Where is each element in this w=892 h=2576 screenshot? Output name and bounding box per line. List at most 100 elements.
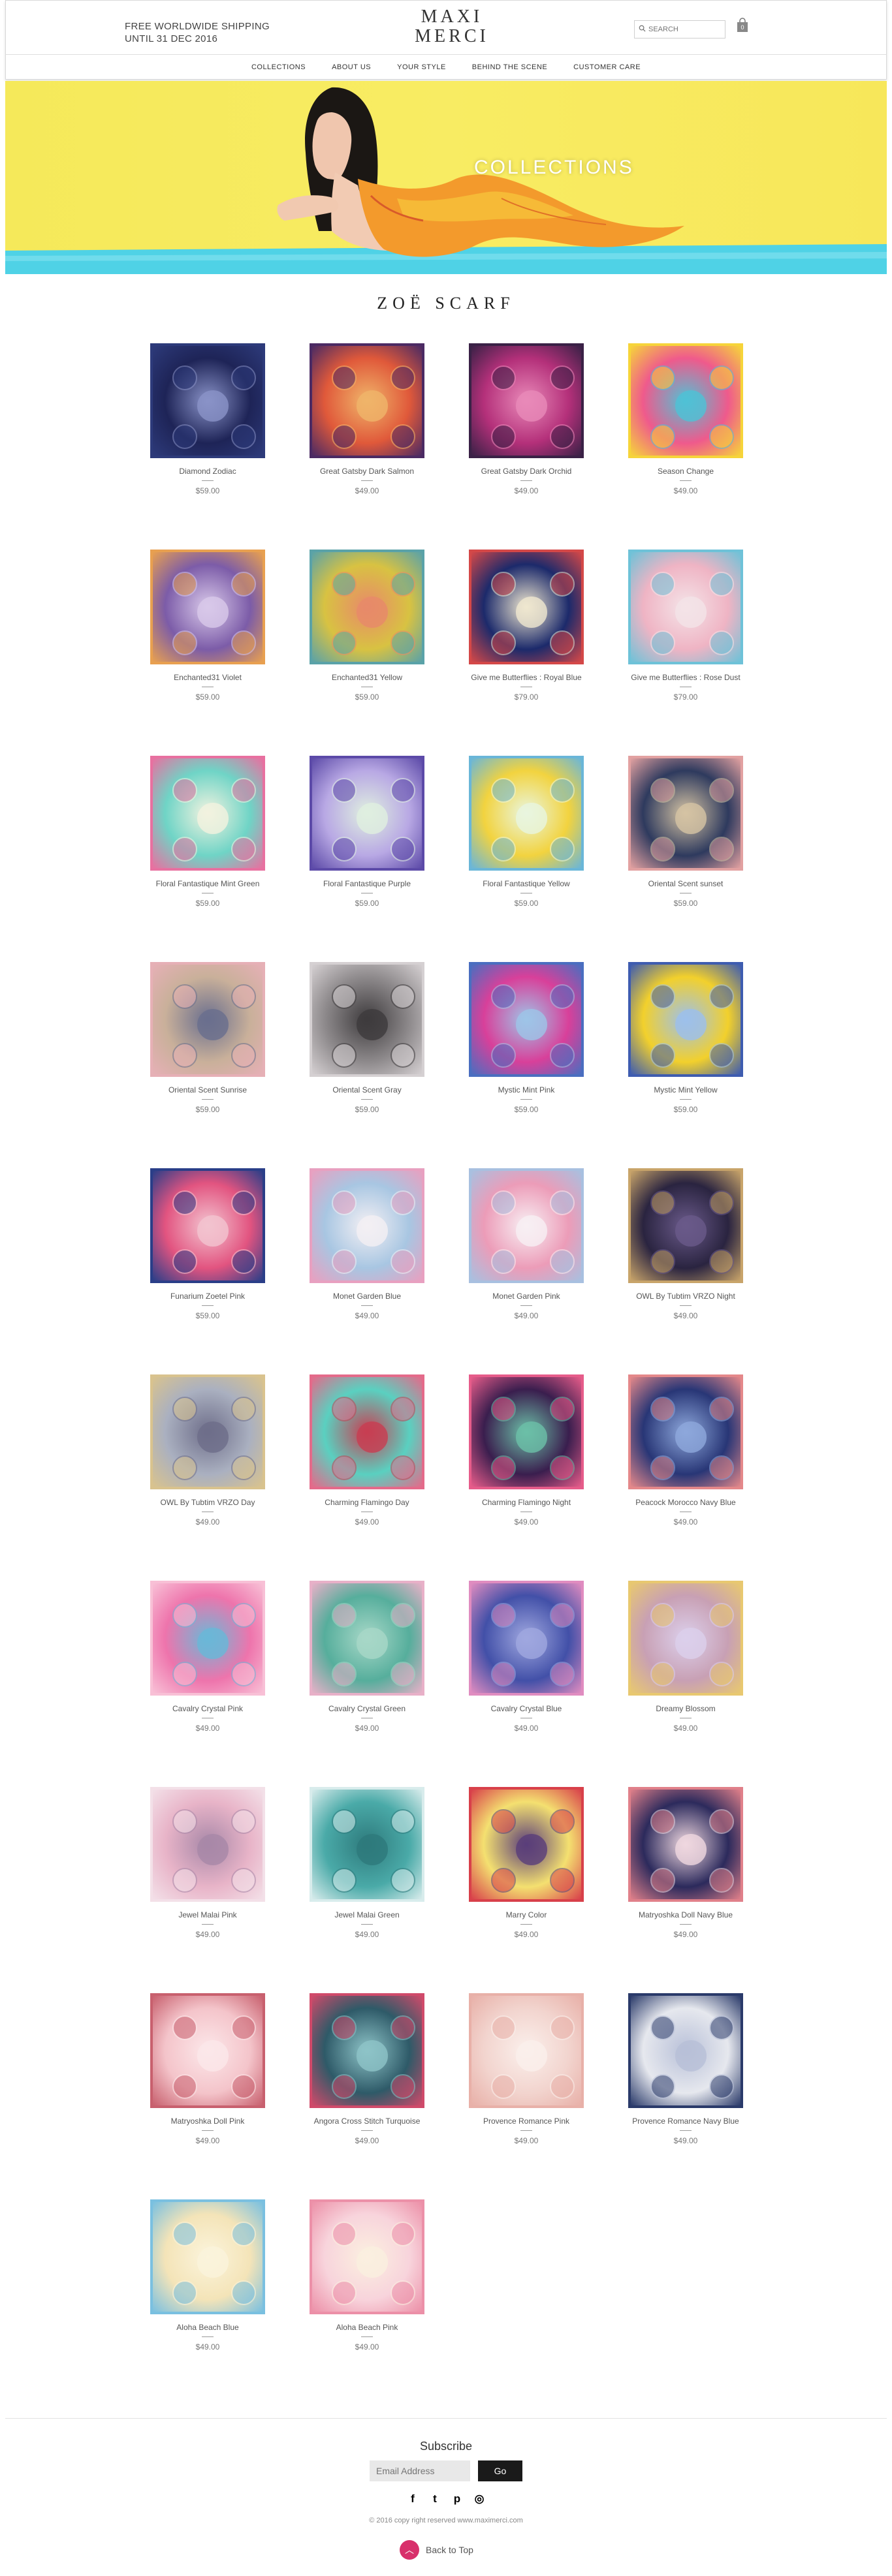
product-image[interactable]: [150, 1787, 265, 1902]
product-image[interactable]: [469, 962, 584, 1077]
product-name[interactable]: OWL By Tubtim VRZO Night: [620, 1291, 751, 1301]
product-image[interactable]: [469, 1581, 584, 1696]
product-image[interactable]: [469, 756, 584, 871]
facebook-icon[interactable]: f: [406, 2492, 420, 2506]
product-card[interactable]: Oriental Scent sunset $59.00: [620, 756, 751, 908]
product-image[interactable]: [310, 2199, 424, 2314]
back-to-top-link[interactable]: ︿ Back to Top: [400, 2540, 473, 2560]
product-name[interactable]: Jewel Malai Green: [302, 1910, 432, 1920]
product-card[interactable]: Enchanted31 Violet $59.00: [142, 550, 273, 702]
product-name[interactable]: Diamond Zodiac: [142, 466, 273, 476]
product-card[interactable]: Cavalry Crystal Green $49.00: [302, 1581, 432, 1733]
product-card[interactable]: Give me Butterflies : Rose Dust $79.00: [620, 550, 751, 702]
product-name[interactable]: Season Change: [620, 466, 751, 476]
product-name[interactable]: Floral Fantastique Purple: [302, 878, 432, 889]
product-card[interactable]: Jewel Malai Pink $49.00: [142, 1787, 273, 1939]
product-name[interactable]: Charming Flamingo Day: [302, 1497, 432, 1508]
product-card[interactable]: Floral Fantastique Yellow $59.00: [461, 756, 592, 908]
instagram-icon[interactable]: ◎: [472, 2492, 486, 2506]
product-card[interactable]: Dreamy Blossom $49.00: [620, 1581, 751, 1733]
product-image[interactable]: [628, 1581, 743, 1696]
product-image[interactable]: [310, 1374, 424, 1489]
product-name[interactable]: Monet Garden Pink: [461, 1291, 592, 1301]
product-card[interactable]: Oriental Scent Sunrise $59.00: [142, 962, 273, 1114]
product-card[interactable]: Provence Romance Navy Blue $49.00: [620, 1993, 751, 2145]
product-name[interactable]: Cavalry Crystal Green: [302, 1703, 432, 1714]
product-image[interactable]: [310, 1993, 424, 2108]
product-name[interactable]: Matryoshka Doll Navy Blue: [620, 1910, 751, 1920]
product-name[interactable]: Great Gatsby Dark Salmon: [302, 466, 432, 476]
product-image[interactable]: [628, 1168, 743, 1283]
product-card[interactable]: Funarium Zoetel Pink $59.00: [142, 1168, 273, 1320]
product-card[interactable]: Aloha Beach Blue $49.00: [142, 2199, 273, 2351]
product-name[interactable]: Mystic Mint Pink: [461, 1085, 592, 1095]
product-card[interactable]: Give me Butterflies : Royal Blue $79.00: [461, 550, 592, 702]
product-image[interactable]: [310, 756, 424, 871]
product-card[interactable]: Charming Flamingo Day $49.00: [302, 1374, 432, 1527]
product-card[interactable]: Matryoshka Doll Navy Blue $49.00: [620, 1787, 751, 1939]
product-card[interactable]: Enchanted31 Yellow $59.00: [302, 550, 432, 702]
product-image[interactable]: [628, 756, 743, 871]
product-image[interactable]: [628, 343, 743, 458]
product-name[interactable]: Funarium Zoetel Pink: [142, 1291, 273, 1301]
product-image[interactable]: [150, 756, 265, 871]
product-image[interactable]: [469, 1787, 584, 1902]
product-name[interactable]: Marry Color: [461, 1910, 592, 1920]
product-image[interactable]: [469, 343, 584, 458]
product-card[interactable]: Floral Fantastique Mint Green $59.00: [142, 756, 273, 908]
product-card[interactable]: Oriental Scent Gray $59.00: [302, 962, 432, 1114]
product-name[interactable]: Charming Flamingo Night: [461, 1497, 592, 1508]
product-image[interactable]: [469, 1993, 584, 2108]
product-card[interactable]: Diamond Zodiac $59.00: [142, 343, 273, 495]
product-image[interactable]: [628, 1374, 743, 1489]
go-button[interactable]: Go: [478, 2460, 522, 2481]
product-image[interactable]: [628, 1993, 743, 2108]
product-card[interactable]: Monet Garden Pink $49.00: [461, 1168, 592, 1320]
product-image[interactable]: [150, 2199, 265, 2314]
product-name[interactable]: Mystic Mint Yellow: [620, 1085, 751, 1095]
product-card[interactable]: OWL By Tubtim VRZO Day $49.00: [142, 1374, 273, 1527]
product-name[interactable]: Give me Butterflies : Rose Dust: [620, 672, 751, 683]
product-image[interactable]: [628, 1787, 743, 1902]
product-image[interactable]: [150, 1581, 265, 1696]
product-name[interactable]: Give me Butterflies : Royal Blue: [461, 672, 592, 683]
product-image[interactable]: [310, 550, 424, 664]
product-name[interactable]: Peacock Morocco Navy Blue: [620, 1497, 751, 1508]
product-image[interactable]: [150, 343, 265, 458]
product-name[interactable]: Aloha Beach Blue: [142, 2322, 273, 2333]
product-card[interactable]: Floral Fantastique Purple $59.00: [302, 756, 432, 908]
product-card[interactable]: Great Gatsby Dark Salmon $49.00: [302, 343, 432, 495]
product-image[interactable]: [310, 962, 424, 1077]
product-image[interactable]: [150, 550, 265, 664]
product-image[interactable]: [310, 343, 424, 458]
product-name[interactable]: Jewel Malai Pink: [142, 1910, 273, 1920]
product-name[interactable]: Matryoshka Doll Pink: [142, 2116, 273, 2126]
twitter-icon[interactable]: t: [428, 2492, 442, 2506]
product-image[interactable]: [469, 1168, 584, 1283]
product-name[interactable]: Monet Garden Blue: [302, 1291, 432, 1301]
product-card[interactable]: Provence Romance Pink $49.00: [461, 1993, 592, 2145]
product-name[interactable]: Provence Romance Pink: [461, 2116, 592, 2126]
product-image[interactable]: [469, 1374, 584, 1489]
product-name[interactable]: Enchanted31 Yellow: [302, 672, 432, 683]
product-card[interactable]: Mystic Mint Yellow $59.00: [620, 962, 751, 1114]
product-name[interactable]: Dreamy Blossom: [620, 1703, 751, 1714]
product-image[interactable]: [310, 1581, 424, 1696]
product-card[interactable]: Angora Cross Stitch Turquoise $49.00: [302, 1993, 432, 2145]
email-field[interactable]: [370, 2460, 470, 2481]
product-name[interactable]: Cavalry Crystal Pink: [142, 1703, 273, 1714]
product-name[interactable]: Floral Fantastique Yellow: [461, 878, 592, 889]
product-card[interactable]: Cavalry Crystal Pink $49.00: [142, 1581, 273, 1733]
product-name[interactable]: Floral Fantastique Mint Green: [142, 878, 273, 889]
product-name[interactable]: Angora Cross Stitch Turquoise: [302, 2116, 432, 2126]
product-card[interactable]: Great Gatsby Dark Orchid $49.00: [461, 343, 592, 495]
product-card[interactable]: Matryoshka Doll Pink $49.00: [142, 1993, 273, 2145]
product-card[interactable]: Cavalry Crystal Blue $49.00: [461, 1581, 592, 1733]
product-image[interactable]: [628, 962, 743, 1077]
product-image[interactable]: [150, 962, 265, 1077]
product-name[interactable]: Cavalry Crystal Blue: [461, 1703, 592, 1714]
pinterest-icon[interactable]: p: [450, 2492, 464, 2506]
product-name[interactable]: Enchanted31 Violet: [142, 672, 273, 683]
product-name[interactable]: Oriental Scent Gray: [302, 1085, 432, 1095]
product-image[interactable]: [310, 1787, 424, 1902]
